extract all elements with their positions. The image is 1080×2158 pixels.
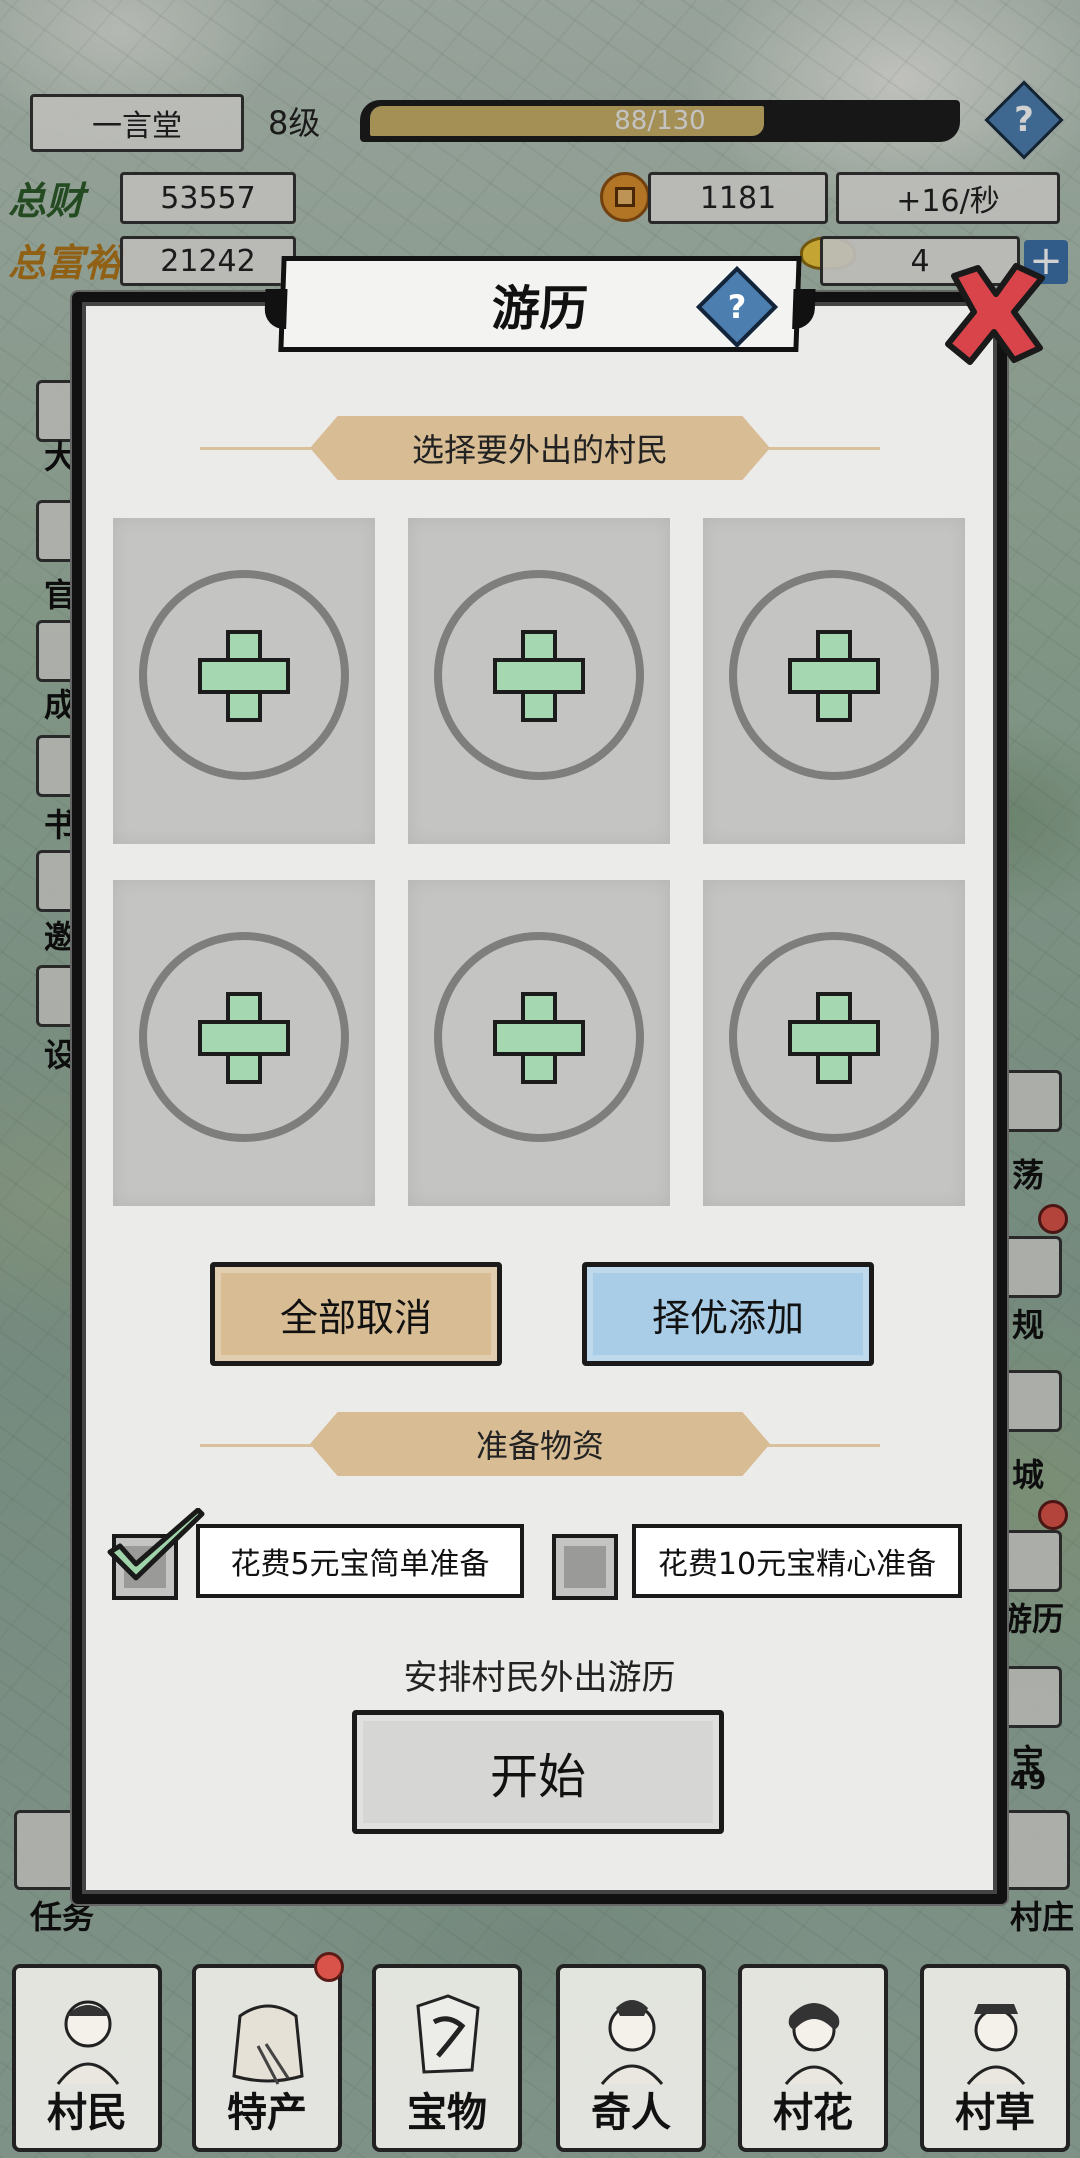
- nav-village-belle[interactable]: 村花: [738, 1964, 888, 2152]
- elaborate-prep-label[interactable]: 花费10元宝精心准备: [632, 1524, 962, 1598]
- nav-village-hunk[interactable]: 村草: [920, 1964, 1070, 2152]
- nav-label: 村花: [773, 2089, 853, 2136]
- section-banner-supplies: 准备物资: [310, 1412, 770, 1476]
- nav-eccentrics[interactable]: 奇人: [556, 1964, 706, 2152]
- add-villager-plus-icon: [198, 992, 290, 1084]
- village-belle-portrait-icon: [784, 2003, 844, 2085]
- section-divider-right: [760, 447, 880, 450]
- auto-add-button[interactable]: 择优添加: [582, 1262, 874, 1366]
- close-icon[interactable]: [940, 258, 1050, 368]
- section-banner-villagers: 选择要外出的村民: [310, 416, 770, 480]
- nav-villagers[interactable]: 村民: [12, 1964, 162, 2152]
- nav-label: 特产: [227, 2089, 307, 2136]
- nav-label: 奇人: [591, 2089, 671, 2136]
- villager-slot-1[interactable]: [113, 518, 375, 844]
- add-villager-plus-icon: [198, 630, 290, 722]
- start-label: 开始: [489, 1749, 586, 1805]
- auto-add-label: 择优添加: [651, 1295, 804, 1340]
- simple-prep-text: 花费5元宝简单准备: [230, 1547, 490, 1582]
- add-villager-plus-icon: [493, 630, 585, 722]
- villager-slot-6[interactable]: [703, 880, 965, 1206]
- nav-label: 村草: [955, 2089, 1035, 2136]
- section-divider-left: [200, 1444, 320, 1447]
- section-divider-left: [200, 447, 320, 450]
- nav-specialties[interactable]: 特产: [192, 1964, 342, 2152]
- nav-treasures[interactable]: 宝物: [372, 1964, 522, 2152]
- specialty-notification-dot: [314, 1952, 344, 1982]
- section-supplies-text: 准备物资: [475, 1427, 604, 1465]
- section-divider-right: [760, 1444, 880, 1447]
- cancel-all-label: 全部取消: [279, 1295, 432, 1340]
- village-hunk-portrait-icon: [966, 2004, 1026, 2085]
- eccentric-portrait-icon: [600, 2000, 664, 2085]
- villager-portrait-icon: [56, 2000, 120, 2085]
- start-button[interactable]: 开始: [352, 1710, 724, 1834]
- villager-slot-3[interactable]: [703, 518, 965, 844]
- section-villagers-text: 选择要外出的村民: [411, 431, 668, 469]
- simple-prep-label[interactable]: 花费5元宝简单准备: [196, 1524, 524, 1598]
- elaborate-prep-text: 花费10元宝精心准备: [657, 1547, 937, 1582]
- villager-slot-5[interactable]: [408, 880, 670, 1206]
- cancel-all-button[interactable]: 全部取消: [210, 1262, 502, 1366]
- travel-caption: 安排村民外出游历: [403, 1658, 676, 1698]
- add-villager-plus-icon: [788, 992, 880, 1084]
- dialog-title: 游历: [490, 281, 589, 337]
- add-villager-plus-icon: [788, 630, 880, 722]
- villager-slot-2[interactable]: [408, 518, 670, 844]
- check-icon: [107, 1508, 205, 1581]
- villager-slot-4[interactable]: [113, 880, 375, 1206]
- nav-label: 村民: [47, 2089, 127, 2136]
- grain-sack-icon: [232, 2004, 304, 2085]
- nav-label: 宝物: [407, 2089, 487, 2136]
- treasure-seal-icon: [416, 1994, 480, 2074]
- add-villager-plus-icon: [493, 992, 585, 1084]
- elaborate-prep-checkbox[interactable]: [552, 1534, 618, 1600]
